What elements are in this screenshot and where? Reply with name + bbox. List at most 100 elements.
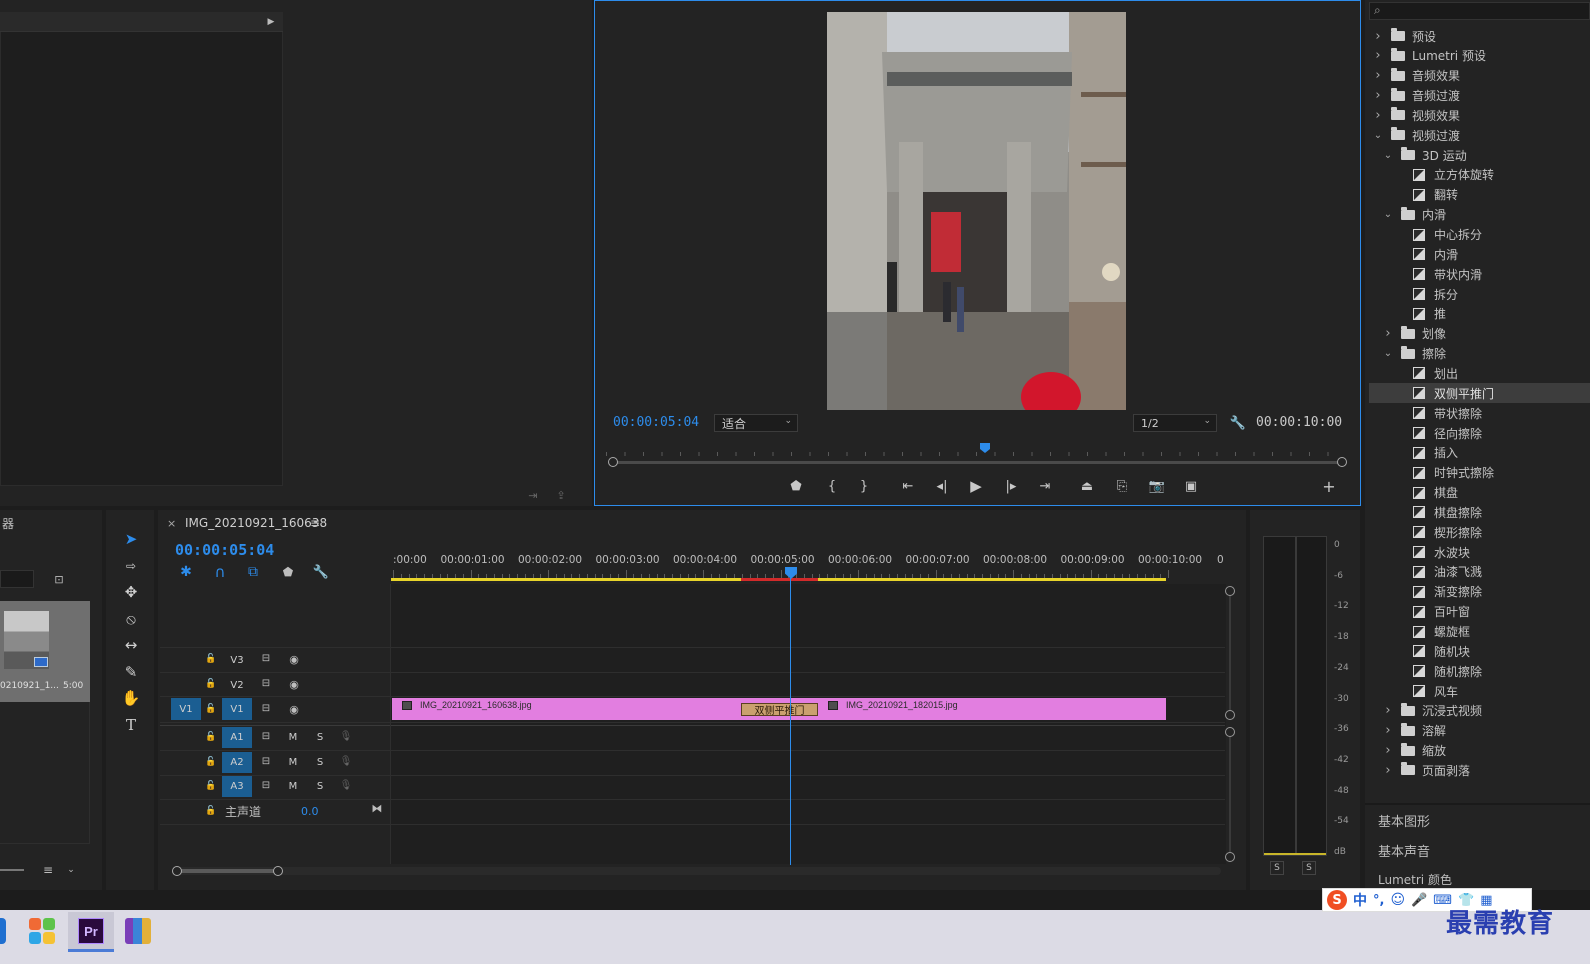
effect-item[interactable]: 风车 xyxy=(1369,681,1590,701)
zoom-handle-left[interactable] xyxy=(608,457,618,467)
monitor-ruler[interactable] xyxy=(606,444,1346,456)
project-search-input[interactable] xyxy=(0,570,34,588)
project-thumb-card[interactable]: 0210921_1... 5:00 xyxy=(0,601,90,702)
chevron-right-icon[interactable]: › xyxy=(1383,703,1393,718)
sort-icon[interactable]: ≡ xyxy=(40,863,56,877)
lumetri-color-section[interactable]: Lumetri 颜色 xyxy=(1378,871,1452,888)
menu-icon[interactable]: ≡ xyxy=(308,516,322,530)
track-a2-target[interactable]: A2 xyxy=(222,752,252,773)
comparison-view-icon[interactable]: ▣ xyxy=(1182,478,1200,494)
effect-folder[interactable]: › 缩放 xyxy=(1369,741,1590,761)
eye-icon[interactable]: ◉ xyxy=(286,653,302,665)
chevron-right-icon[interactable]: › xyxy=(1373,108,1383,123)
sogou-logo-icon[interactable]: S xyxy=(1327,890,1347,910)
chevron-down-icon[interactable]: ⌄ xyxy=(1383,150,1393,161)
nest-icon[interactable]: ✱ xyxy=(177,563,195,581)
plus-icon[interactable]: + xyxy=(1320,477,1338,496)
chevron-right-icon[interactable]: › xyxy=(1373,29,1383,44)
premiere-app-icon[interactable]: Pr xyxy=(78,918,104,944)
expand-arrow-icon[interactable]: ▶ xyxy=(264,14,278,30)
transition-clip[interactable]: 双侧平推门 xyxy=(741,703,818,717)
mute-button[interactable]: M xyxy=(286,756,300,768)
effect-item[interactable]: 推 xyxy=(1369,304,1590,324)
microphone-icon[interactable]: 🎙 xyxy=(340,780,353,792)
lock-icon[interactable]: 🔓 xyxy=(205,780,217,792)
master-volume-value[interactable]: 0.0 xyxy=(301,805,319,818)
effect-folder[interactable]: › 沉浸式视频 xyxy=(1369,701,1590,721)
vertical-scroll-mid[interactable] xyxy=(1225,710,1235,720)
solo-button[interactable]: S xyxy=(313,731,327,743)
timeline-close[interactable]: × xyxy=(167,517,176,530)
camera-icon[interactable]: 📷 xyxy=(1148,478,1166,494)
microphone-icon[interactable]: 🎙 xyxy=(340,756,353,768)
effect-item[interactable]: 径向擦除 xyxy=(1369,423,1590,443)
play-icon[interactable]: ▶ xyxy=(967,477,985,495)
effect-item[interactable]: 楔形擦除 xyxy=(1369,522,1590,542)
essential-sound-section[interactable]: 基本声音 xyxy=(1378,841,1430,860)
effect-folder[interactable]: › Lumetri 预设 xyxy=(1369,46,1590,66)
effect-item[interactable]: 立方体旋转 xyxy=(1369,165,1590,185)
audio-scroll-track[interactable] xyxy=(1229,737,1231,852)
effect-item[interactable]: 百叶窗 xyxy=(1369,602,1590,622)
selection-tool-icon[interactable]: ➤ xyxy=(120,528,142,550)
effect-folder[interactable]: › 预设 xyxy=(1369,26,1590,46)
hand-tool-icon[interactable]: ✋ xyxy=(120,687,142,709)
mute-button[interactable]: M xyxy=(286,780,300,792)
sequence-tab[interactable]: IMG_20210921_160638 xyxy=(185,516,327,530)
clip-1[interactable]: IMG_20210921_160638.jpg xyxy=(392,698,779,720)
effect-item[interactable]: 水波块 xyxy=(1369,542,1590,562)
effect-folder[interactable]: › 溶解 xyxy=(1369,721,1590,741)
ripple-edit-tool-icon[interactable]: ✥ xyxy=(120,581,142,603)
taskbar-edge-app-icon[interactable] xyxy=(0,918,6,944)
chevron-right-icon[interactable]: › xyxy=(1383,723,1393,738)
extract-icon[interactable]: ⎘ xyxy=(1113,478,1131,494)
effect-folder[interactable]: ⌄ 擦除 xyxy=(1369,344,1590,364)
effect-folder[interactable]: › 音频过渡 xyxy=(1369,86,1590,106)
sync-lock-icon[interactable]: ⊟ xyxy=(259,703,273,715)
type-tool-icon[interactable]: T xyxy=(120,714,142,736)
effect-folder[interactable]: › 划像 xyxy=(1369,324,1590,344)
ime-punctuation[interactable]: °, xyxy=(1373,893,1384,908)
effects-search[interactable]: ⌕ xyxy=(1369,2,1590,20)
effect-item[interactable]: 带状内滑 xyxy=(1369,264,1590,284)
fit-dropdown[interactable]: 适合 ⌄ xyxy=(714,414,798,432)
chevron-down-icon[interactable]: ⌄ xyxy=(1383,209,1393,220)
linked-selection-icon[interactable]: ⧉ xyxy=(244,563,262,581)
effect-item[interactable]: 时钟式擦除 xyxy=(1369,463,1590,483)
effect-item[interactable]: 带状擦除 xyxy=(1369,403,1590,423)
chevron-down-icon[interactable]: ⌄ xyxy=(1373,130,1383,141)
step-back-icon[interactable]: ◂| xyxy=(933,478,951,494)
resolution-dropdown[interactable]: 1/2 ⌄ xyxy=(1133,414,1217,432)
track-v1-target[interactable]: V1 xyxy=(222,698,252,720)
go-to-end-icon[interactable]: ⧓ xyxy=(370,801,384,815)
solo-button[interactable]: S xyxy=(313,756,327,768)
lock-icon[interactable]: 🔓 xyxy=(205,678,217,690)
horizontal-scroll-thumb[interactable] xyxy=(176,869,278,873)
effect-item[interactable]: 内滑 xyxy=(1369,244,1590,264)
microphone-icon[interactable]: 🎙 xyxy=(340,731,353,743)
add-marker-icon[interactable]: ⬟ xyxy=(280,563,296,581)
effect-item[interactable]: 翻转 xyxy=(1369,185,1590,205)
sync-lock-icon[interactable]: ⊟ xyxy=(259,678,273,690)
export-audio-icon[interactable]: ⇥ xyxy=(524,488,542,502)
sync-lock-icon[interactable]: ⊟ xyxy=(259,653,273,665)
vertical-scroll-top[interactable] xyxy=(1225,586,1235,596)
essential-graphics-section[interactable]: 基本图形 xyxy=(1378,811,1430,830)
lock-icon[interactable]: 🔓 xyxy=(205,756,217,768)
effect-folder[interactable]: ⌄ 3D 运动 xyxy=(1369,145,1590,165)
app-grid-icon[interactable] xyxy=(29,918,55,944)
horizontal-scroll-track[interactable] xyxy=(176,867,1221,875)
chevron-right-icon[interactable]: › xyxy=(1373,88,1383,103)
effect-folder[interactable]: ⌄ 内滑 xyxy=(1369,205,1590,225)
effect-item[interactable]: 油漆飞溅 xyxy=(1369,562,1590,582)
mark-in-icon[interactable]: { xyxy=(823,478,841,494)
effect-item[interactable]: 划出 xyxy=(1369,363,1590,383)
zoom-slider[interactable] xyxy=(0,869,24,871)
lock-icon[interactable]: 🔓 xyxy=(205,653,217,665)
effect-item[interactable]: 螺旋框 xyxy=(1369,622,1590,642)
solo-right-button[interactable]: S xyxy=(1302,861,1316,875)
sync-lock-icon[interactable]: ⊟ xyxy=(259,756,273,768)
chevron-down-icon[interactable]: ⌄ xyxy=(1383,348,1393,359)
solo-left-button[interactable]: S xyxy=(1270,861,1284,875)
sync-lock-icon[interactable]: ⊟ xyxy=(259,731,273,743)
